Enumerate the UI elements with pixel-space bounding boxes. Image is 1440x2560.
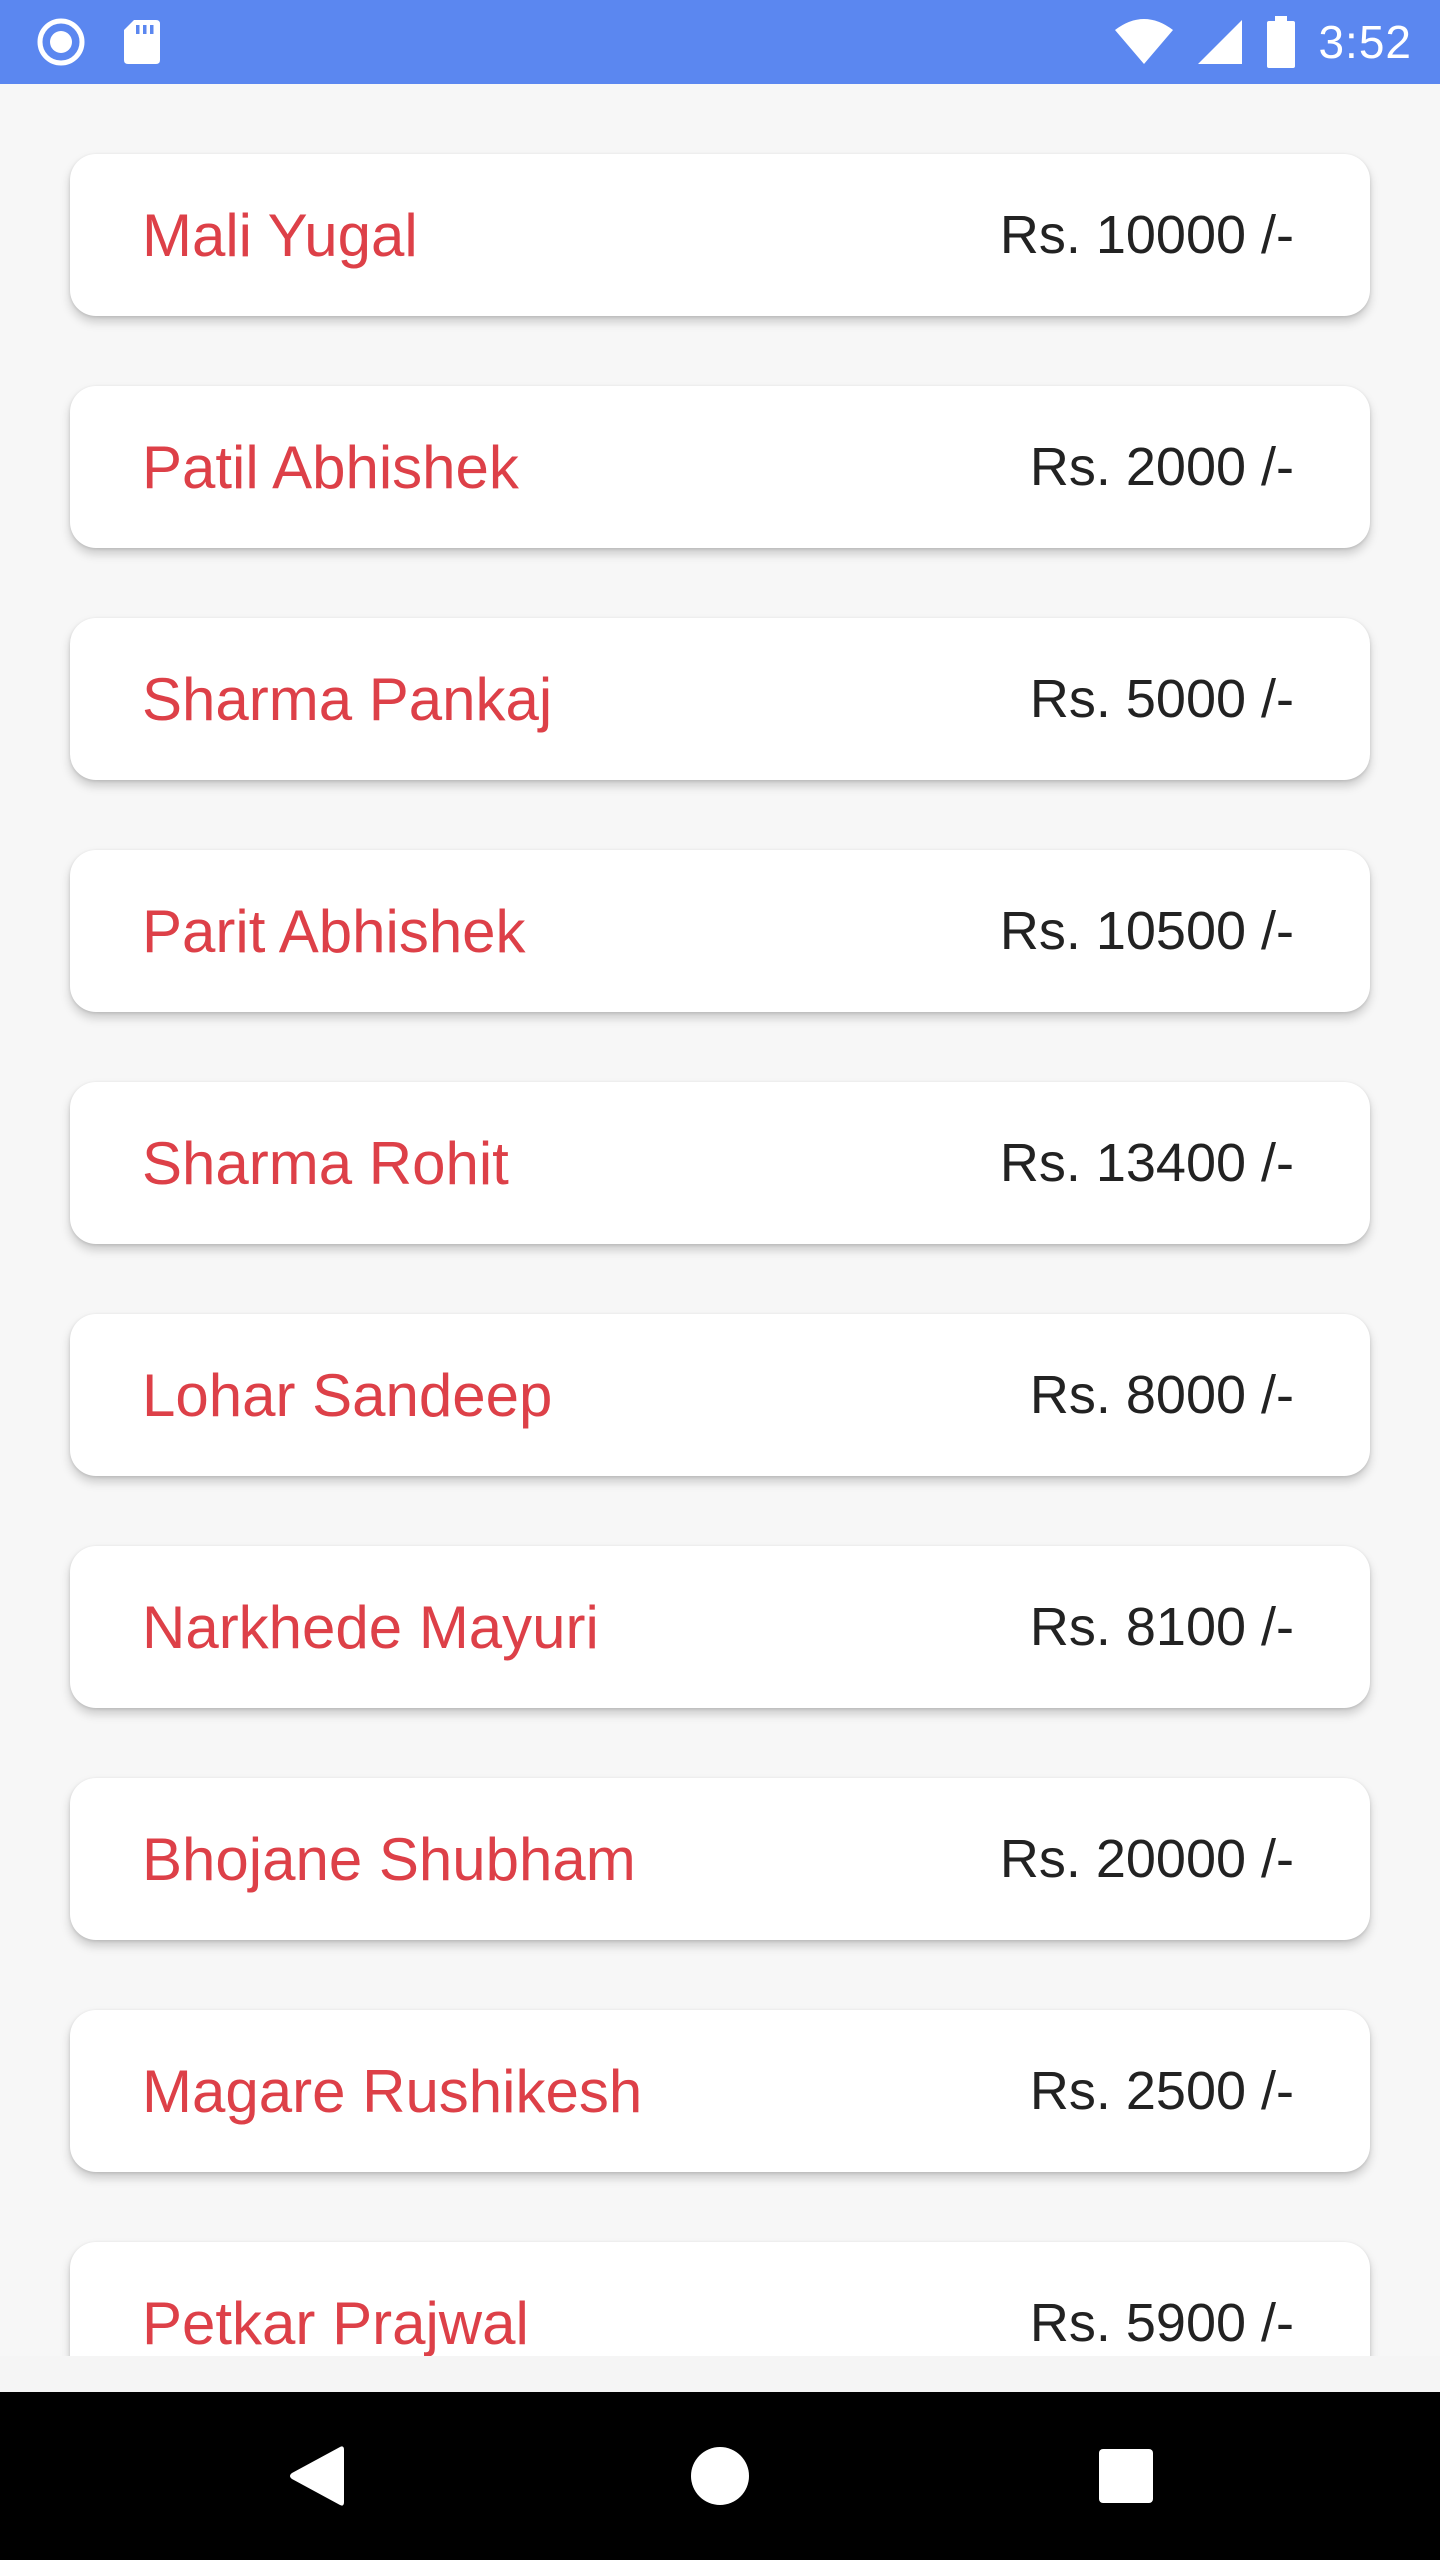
entry-amount: Rs. 2000 /- xyxy=(1029,437,1294,497)
entry-amount: Rs. 8000 /- xyxy=(1029,1365,1294,1425)
entries-list-area[interactable]: Mali Yugal Rs. 10000 /- Patil Abhishek R… xyxy=(0,84,1440,2356)
list-item[interactable]: Magare Rushikesh Rs. 2500 /- xyxy=(70,2010,1370,2172)
list-item[interactable]: Lohar Sandeep Rs. 8000 /- xyxy=(70,1314,1370,1476)
list-item[interactable]: Mali Yugal Rs. 10000 /- xyxy=(70,154,1370,316)
entry-amount: Rs. 5900 /- xyxy=(1029,2293,1294,2353)
entry-name: Bhojane Shubham xyxy=(142,1825,636,1893)
status-bar-right: 3:52 xyxy=(1114,0,1412,84)
notification-dot-icon xyxy=(36,17,86,67)
home-button[interactable] xyxy=(636,2392,804,2560)
status-bar: 3:52 xyxy=(0,0,1440,84)
wifi-icon xyxy=(1114,18,1174,66)
entry-name: Parit Abhishek xyxy=(142,897,526,965)
list-item[interactable]: Patil Abhishek Rs. 2000 /- xyxy=(70,386,1370,548)
entry-name: Sharma Rohit xyxy=(142,1129,509,1197)
entry-amount: Rs. 10500 /- xyxy=(999,901,1294,961)
entry-amount: Rs. 8100 /- xyxy=(1029,1597,1294,1657)
entries-list: Mali Yugal Rs. 10000 /- Patil Abhishek R… xyxy=(70,154,1370,2356)
entry-amount: Rs. 5000 /- xyxy=(1029,669,1294,729)
entry-name: Mali Yugal xyxy=(142,201,418,269)
entry-amount: Rs. 2500 /- xyxy=(1029,2061,1294,2121)
entry-name: Narkhede Mayuri xyxy=(142,1593,599,1661)
back-icon xyxy=(288,2445,344,2507)
entry-amount: Rs. 20000 /- xyxy=(999,1829,1294,1889)
list-item[interactable]: Sharma Pankaj Rs. 5000 /- xyxy=(70,618,1370,780)
cellular-signal-icon xyxy=(1196,18,1244,66)
list-item[interactable]: Sharma Rohit Rs. 13400 /- xyxy=(70,1082,1370,1244)
entry-amount: Rs. 10000 /- xyxy=(999,205,1294,265)
list-item[interactable]: Petkar Prajwal Rs. 5900 /- xyxy=(70,2242,1370,2356)
home-icon xyxy=(691,2447,749,2505)
back-button[interactable] xyxy=(232,2392,400,2560)
list-item[interactable]: Narkhede Mayuri Rs. 8100 /- xyxy=(70,1546,1370,1708)
entry-name: Petkar Prajwal xyxy=(142,2289,529,2357)
status-time: 3:52 xyxy=(1318,16,1412,68)
sd-card-icon xyxy=(122,18,162,66)
status-bar-left xyxy=(36,0,162,84)
entry-amount: Rs. 13400 /- xyxy=(999,1133,1294,1193)
list-item[interactable]: Bhojane Shubham Rs. 20000 /- xyxy=(70,1778,1370,1940)
list-item[interactable]: Parit Abhishek Rs. 10500 /- xyxy=(70,850,1370,1012)
entry-name: Lohar Sandeep xyxy=(142,1361,553,1429)
recents-icon xyxy=(1099,2449,1153,2503)
entry-name: Patil Abhishek xyxy=(142,433,519,501)
recents-button[interactable] xyxy=(1042,2392,1210,2560)
navigation-bar xyxy=(0,2392,1440,2560)
battery-icon xyxy=(1266,16,1296,68)
entry-name: Sharma Pankaj xyxy=(142,665,553,733)
entry-name: Magare Rushikesh xyxy=(142,2057,643,2125)
